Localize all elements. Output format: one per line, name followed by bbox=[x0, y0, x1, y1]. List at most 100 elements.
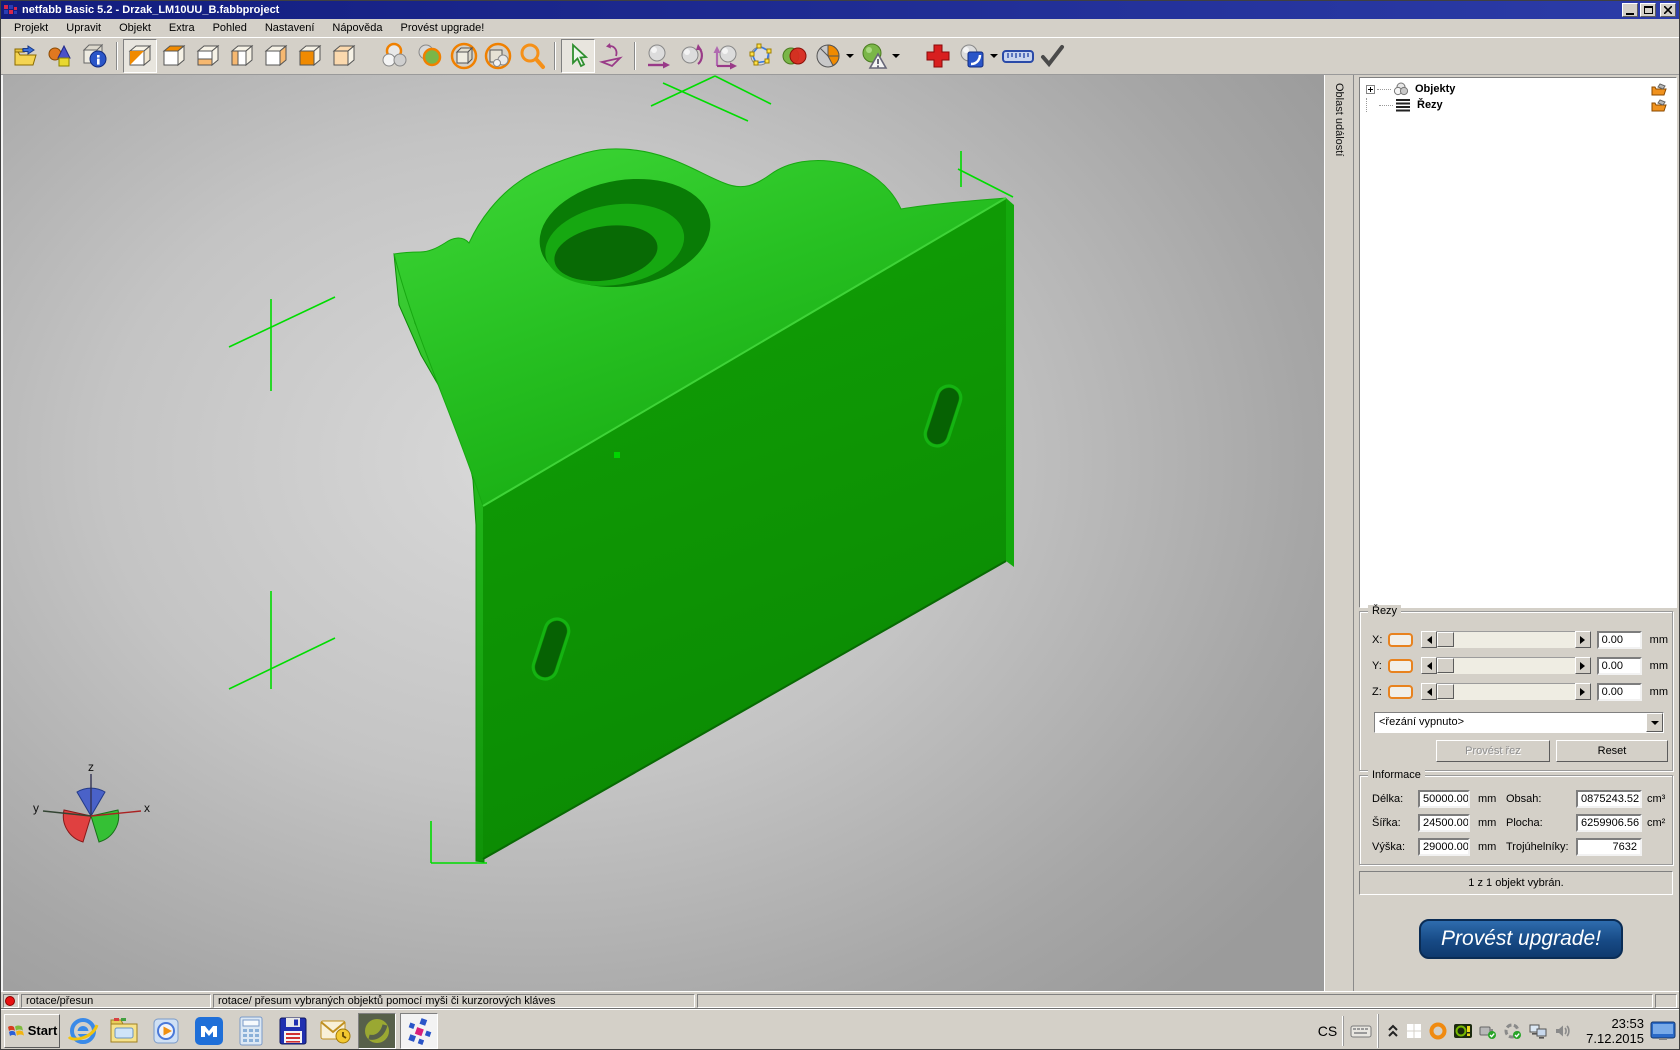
triangles-field[interactable]: 7632 bbox=[1576, 838, 1642, 856]
bounding-box-button[interactable] bbox=[447, 39, 481, 73]
cut-z-color-swatch[interactable] bbox=[1388, 685, 1413, 699]
slider-left-arrow[interactable] bbox=[1421, 631, 1437, 648]
maximize-button[interactable] bbox=[1640, 3, 1656, 17]
slider-left-arrow[interactable] bbox=[1421, 657, 1437, 674]
combo-dropdown-button[interactable] bbox=[1646, 713, 1663, 732]
view-iso-button[interactable] bbox=[123, 39, 157, 73]
cut-mode-combobox[interactable]: <řezání vypnuto> bbox=[1374, 712, 1664, 733]
title-bar[interactable]: netfabb Basic 5.2 - Drzak_LM10UU_B.fabbp… bbox=[1, 1, 1679, 19]
collapse-chevron-icon[interactable] bbox=[1387, 1024, 1399, 1038]
usb-remove-tray-icon[interactable] bbox=[1479, 1023, 1497, 1039]
volume-tray-icon[interactable] bbox=[1554, 1023, 1572, 1039]
select-cursor-button[interactable] bbox=[561, 39, 595, 73]
start-button[interactable]: Start bbox=[4, 1014, 60, 1048]
view-bottom-button[interactable] bbox=[191, 39, 225, 73]
slider-right-arrow[interactable] bbox=[1575, 657, 1591, 674]
quicklaunch-maxthon[interactable] bbox=[190, 1013, 228, 1049]
keyboard-tray-icon[interactable] bbox=[1343, 1016, 1378, 1046]
cut-pie-button[interactable] bbox=[811, 39, 845, 73]
project-info-button[interactable] bbox=[77, 39, 111, 73]
slider-thumb[interactable] bbox=[1437, 632, 1454, 647]
quicklaunch-save-floppy[interactable] bbox=[274, 1013, 312, 1049]
upgrade-button[interactable]: Provést upgrade! bbox=[1419, 919, 1623, 959]
slider-right-arrow[interactable] bbox=[1575, 683, 1591, 700]
load-folder-icon[interactable] bbox=[1651, 83, 1668, 96]
menu-provest-upgrade[interactable]: Provést upgrade! bbox=[392, 20, 494, 36]
menu-pohled[interactable]: Pohled bbox=[204, 20, 256, 36]
zoom-button[interactable] bbox=[515, 39, 549, 73]
measure-button[interactable] bbox=[1001, 39, 1035, 73]
open-project-button[interactable] bbox=[9, 39, 43, 73]
slider-thumb[interactable] bbox=[1437, 684, 1454, 699]
package-platform-button[interactable] bbox=[481, 39, 515, 73]
volume-field[interactable]: 0875243.52 bbox=[1576, 790, 1642, 808]
area-field[interactable]: 6259906.56 bbox=[1576, 814, 1642, 832]
status-resize-cell[interactable] bbox=[1655, 994, 1677, 1008]
quicklaunch-media-player[interactable] bbox=[148, 1013, 186, 1049]
add-part-button[interactable] bbox=[43, 39, 77, 73]
show-desktop-icon[interactable] bbox=[1650, 1020, 1676, 1042]
tree-row-objekty[interactable]: Objekty bbox=[1362, 81, 1674, 97]
view-front-button[interactable] bbox=[293, 39, 327, 73]
nvidia-tray-icon[interactable] bbox=[1454, 1023, 1472, 1039]
menu-nastaveni[interactable]: Nastavení bbox=[256, 20, 324, 36]
view-top-button[interactable] bbox=[157, 39, 191, 73]
cut-x-value-field[interactable]: 0.00 bbox=[1597, 631, 1642, 649]
edit-mesh-button[interactable] bbox=[743, 39, 777, 73]
part-tool-dropdown-caret[interactable] bbox=[990, 54, 998, 58]
minimize-button[interactable] bbox=[1622, 3, 1638, 17]
view-right-button[interactable] bbox=[259, 39, 293, 73]
menu-objekt[interactable]: Objekt bbox=[110, 20, 160, 36]
menu-napoveda[interactable]: Nápověda bbox=[323, 20, 391, 36]
shrinkwrap-dropdown-caret[interactable] bbox=[892, 54, 900, 58]
repair-spheres-button[interactable] bbox=[379, 39, 413, 73]
height-field[interactable]: 29000.00 bbox=[1418, 838, 1470, 856]
network-tray-icon[interactable] bbox=[1529, 1023, 1547, 1039]
reset-cut-button[interactable]: Reset bbox=[1556, 740, 1668, 762]
quicklaunch-netfabb[interactable] bbox=[400, 1013, 438, 1049]
compare-parts-button[interactable] bbox=[777, 39, 811, 73]
view-left-button[interactable] bbox=[225, 39, 259, 73]
cut-pie-dropdown-caret[interactable] bbox=[846, 54, 854, 58]
cut-z-value-field[interactable]: 0.00 bbox=[1597, 683, 1642, 701]
quicklaunch-spybot[interactable] bbox=[358, 1013, 396, 1049]
windows-flag-tray-icon[interactable] bbox=[1406, 1023, 1422, 1039]
menu-projekt[interactable]: Projekt bbox=[5, 20, 57, 36]
add-repair-button[interactable] bbox=[921, 39, 955, 73]
slider-thumb[interactable] bbox=[1437, 658, 1454, 673]
cut-x-slider[interactable] bbox=[1421, 631, 1591, 648]
quicklaunch-calculator[interactable] bbox=[232, 1013, 270, 1049]
quicklaunch-outlook[interactable] bbox=[316, 1013, 354, 1049]
avira-tray-icon[interactable] bbox=[1429, 1022, 1447, 1040]
scale-part-button[interactable] bbox=[709, 39, 743, 73]
language-indicator[interactable]: CS bbox=[1312, 1016, 1343, 1046]
cut-z-slider[interactable] bbox=[1421, 683, 1591, 700]
menu-extra[interactable]: Extra bbox=[160, 20, 204, 36]
cut-y-slider[interactable] bbox=[1421, 657, 1591, 674]
cut-y-value-field[interactable]: 0.00 bbox=[1597, 657, 1642, 675]
analyse-part-button[interactable] bbox=[413, 39, 447, 73]
expand-plus-icon[interactable] bbox=[1366, 85, 1375, 94]
part-tool-blue-button[interactable] bbox=[955, 39, 989, 73]
shrinkwrap-button[interactable] bbox=[857, 39, 891, 73]
rotate-part-button[interactable] bbox=[675, 39, 709, 73]
close-button[interactable] bbox=[1660, 3, 1676, 17]
view-back-button[interactable] bbox=[327, 39, 361, 73]
width-field[interactable]: 24500.00 bbox=[1418, 814, 1470, 832]
menu-upravit[interactable]: Upravit bbox=[57, 20, 110, 36]
quicklaunch-file-explorer[interactable] bbox=[106, 1013, 144, 1049]
cut-x-color-swatch[interactable] bbox=[1388, 633, 1413, 647]
length-field[interactable]: 50000.00 bbox=[1418, 790, 1470, 808]
slider-right-arrow[interactable] bbox=[1575, 631, 1591, 648]
load-folder-icon[interactable] bbox=[1651, 99, 1668, 112]
execute-cut-button[interactable]: Provést řez bbox=[1436, 740, 1550, 762]
3d-viewport[interactable]: z y x bbox=[1, 75, 1324, 991]
cut-y-color-swatch[interactable] bbox=[1388, 659, 1413, 673]
events-panel-strip[interactable]: Oblast událostí bbox=[1324, 75, 1354, 991]
tree-row-rezy[interactable]: Řezy bbox=[1362, 97, 1674, 113]
tray-clock[interactable]: 23:53 7.12.2015 bbox=[1580, 1016, 1650, 1046]
move-part-button[interactable] bbox=[641, 39, 675, 73]
update-check-tray-icon[interactable] bbox=[1504, 1023, 1522, 1039]
slider-left-arrow[interactable] bbox=[1421, 683, 1437, 700]
quicklaunch-internet-explorer[interactable] bbox=[64, 1013, 102, 1049]
